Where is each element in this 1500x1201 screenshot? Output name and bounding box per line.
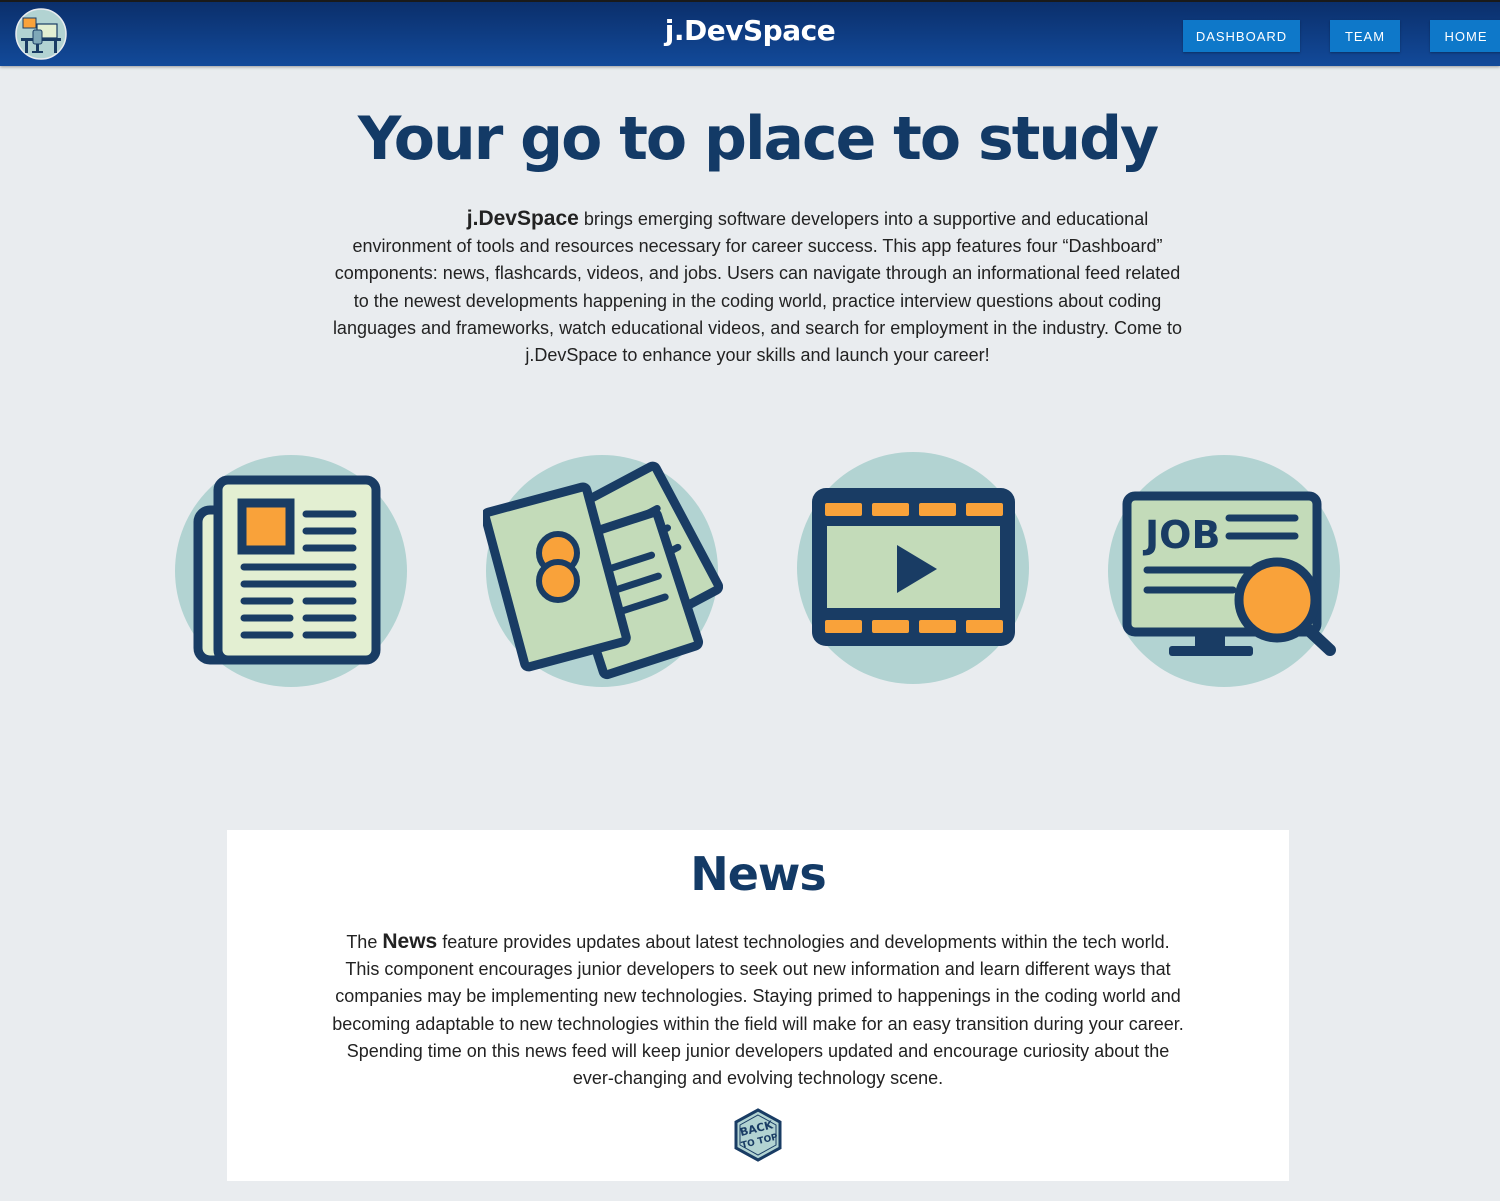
team-button[interactable]: TEAM xyxy=(1330,20,1400,52)
svg-text:JOB: JOB xyxy=(1142,513,1220,557)
home-button[interactable]: HOME xyxy=(1430,20,1500,52)
video-player-icon[interactable] xyxy=(794,450,1034,692)
job-search-icon[interactable]: JOB xyxy=(1105,450,1345,692)
news-title: News xyxy=(690,847,827,901)
news-card: News The News feature provides updates a… xyxy=(227,830,1289,1181)
dashboard-button[interactable]: DASHBOARD xyxy=(1183,20,1300,52)
top-navbar: j.DevSpace DASHBOARD TEAM HOME xyxy=(0,0,1500,66)
intro-paragraph: j.DevSpace brings emerging software deve… xyxy=(330,205,1185,369)
news-text-body: feature provides updates about latest te… xyxy=(332,932,1184,1089)
flashcards-icon[interactable] xyxy=(483,450,723,692)
back-to-top-button[interactable]: BACK TO TOP xyxy=(733,1108,783,1162)
intro-brand-strong: j.DevSpace xyxy=(466,207,579,230)
intro-text: brings emerging software developers into… xyxy=(332,209,1183,366)
newspaper-icon[interactable] xyxy=(172,450,412,692)
news-text-prefix: The xyxy=(346,932,383,952)
news-text-strong: News xyxy=(382,930,438,953)
news-paragraph: The News feature provides updates about … xyxy=(327,928,1189,1092)
page-title: Your go to place to study xyxy=(357,104,1159,174)
